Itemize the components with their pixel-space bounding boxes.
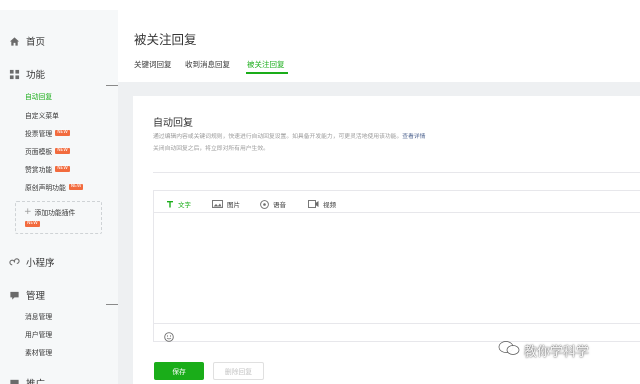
description-note: 关闭自动回复之后，将立即对所有用户生效。 [153,146,269,152]
add-plugin-label: 添加功能插件 [34,209,76,217]
card-title: 自动回复 [153,118,193,129]
sidebar-section-label: 管理 [26,291,46,302]
sidebar-section-management[interactable]: 管理 [8,288,45,302]
tool-image[interactable]: 图片 [212,199,240,209]
sidebar-section-promotion[interactable]: 推广 [8,376,45,384]
sidebar-item-page-template[interactable]: 页面模板 NEW [25,146,70,156]
tab-follow-reply[interactable]: 被关注回复 [247,59,285,70]
active-tab-indicator [246,72,288,74]
sidebar-item-materials[interactable]: 素材管理 [25,347,52,357]
home-icon [8,35,20,47]
new-badge: NEW [25,221,40,227]
image-icon [212,200,223,208]
tab-keyword-reply[interactable]: 关键词回复 [134,59,172,70]
sidebar-item-auto-reply[interactable]: 自动回复 [25,91,52,101]
top-strip [0,0,640,10]
sidebar-item-label: 消息管理 [25,313,53,321]
sidebar-item-label: 自定义菜单 [25,112,59,120]
promotion-icon [8,377,20,384]
sidebar-item-vote[interactable]: 投票管理 NEW [25,128,70,138]
sidebar-section-label: 推广 [26,376,45,384]
description-line: 通过编辑内容或关键词规则，快速进行自动回复设置。如具备开发能力，可更灵活地使用该… [153,131,425,140]
sidebar-item-home[interactable]: 首页 [8,34,45,48]
sidebar-item-label: 首页 [26,37,46,48]
new-badge: NEW [55,166,70,172]
sidebar-item-reward[interactable]: 赞赏功能 NEW [25,164,70,174]
details-link[interactable]: 查看详情 [402,134,425,140]
new-badge: NEW [55,130,70,136]
sidebar-item-messages[interactable]: 消息管理 [25,311,52,321]
tool-label: 视频 [323,201,336,209]
sidebar-section-label: 功能 [26,70,46,81]
sidebar-item-label: 素材管理 [25,349,53,357]
sidebar-item-label: 赞赏功能 [25,166,53,174]
tool-voice[interactable]: 语音 [260,199,286,209]
page-title: 被关注回复 [134,32,197,47]
sidebar-item-label: 投票管理 [25,130,53,138]
wechat-logo-icon [498,340,520,360]
sidebar-item-label: 用户管理 [25,331,53,339]
tool-label: 图片 [227,201,240,209]
plus-icon: + [24,207,32,217]
watermark: 教你学科学 [498,340,589,360]
tool-video[interactable]: 视频 [308,199,336,209]
sidebar-item-original[interactable]: 原创声明功能 NEW [25,182,84,192]
add-plugin-button[interactable]: + 添加功能插件 NEW [15,201,102,234]
voice-icon [260,199,269,209]
save-button[interactable]: 保存 [154,362,204,380]
divider [153,172,640,173]
new-badge: NEW [55,148,70,154]
new-badge: NEW [68,184,84,190]
sidebar-item-label: 原创声明功能 [25,184,66,192]
sidebar-section-features[interactable]: 功能 [8,67,45,81]
video-icon [308,200,319,208]
tool-text[interactable]: 文字 [166,199,191,209]
tool-label: 文字 [178,201,191,209]
editor-footer [154,323,640,341]
emoji-icon[interactable] [164,327,174,346]
sidebar-item-label: 页面模板 [25,148,53,156]
collapse-indicator [106,85,118,86]
sidebar-section-label: 小程序 [26,258,55,269]
mini-program-icon [8,256,20,268]
description-text: 通过编辑内容或关键词规则，快速进行自动回复设置。如具备开发能力，可更灵活地使用该… [153,134,403,140]
sidebar-section-mini-program[interactable]: 小程序 [8,255,55,269]
chat-icon [8,289,20,301]
delete-reply-button[interactable]: 删除回复 [213,362,264,380]
sidebar-item-users[interactable]: 用户管理 [25,329,52,339]
text-icon [166,200,174,208]
collapse-indicator [106,304,118,305]
sidebar-item-custom-menu[interactable]: 自定义菜单 [25,110,59,120]
grid-icon [8,68,20,80]
sidebar-item-label: 自动回复 [25,93,53,101]
tab-message-reply[interactable]: 收到消息回复 [185,59,230,70]
tool-label: 语音 [273,201,286,209]
watermark-text: 教你学科学 [524,344,590,360]
